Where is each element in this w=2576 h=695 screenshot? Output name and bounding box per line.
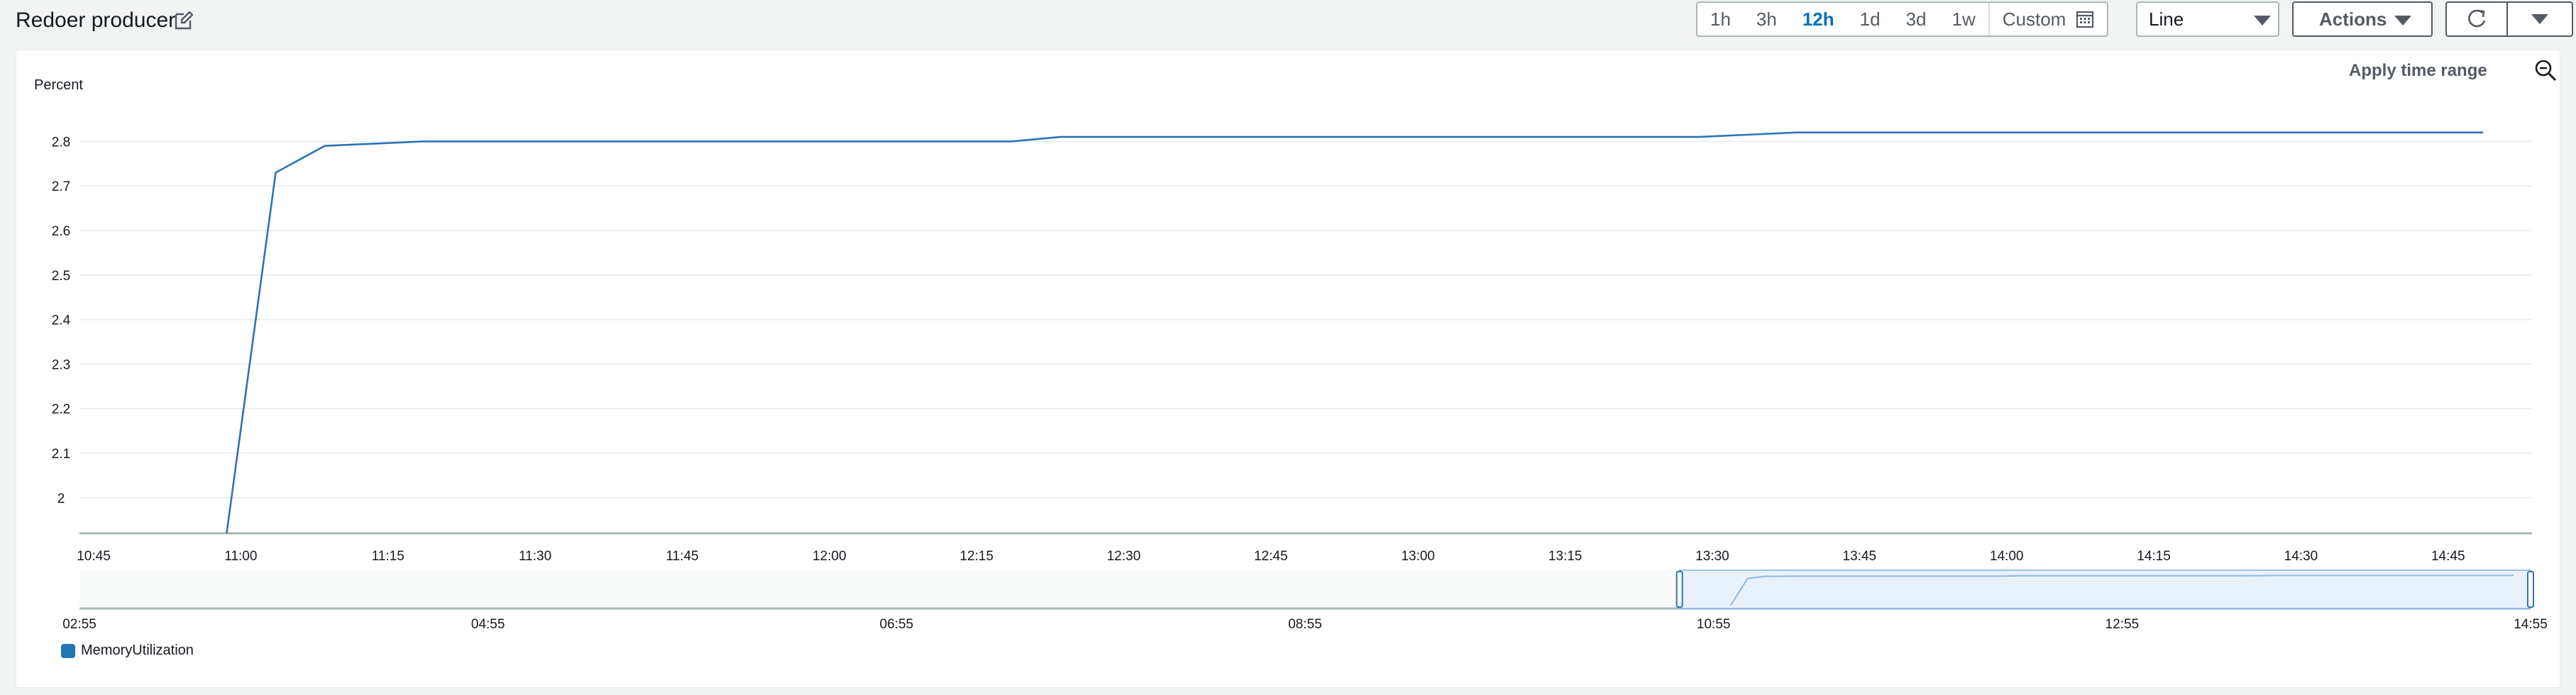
navigator-tick-label: 04:55 xyxy=(471,617,505,632)
y-tick-label: 2 xyxy=(57,491,65,506)
x-tick-label: 11:30 xyxy=(519,549,551,564)
navigator-tick-label: 12:55 xyxy=(2106,617,2140,632)
chart-legend: MemoryUtilization xyxy=(61,643,194,659)
time-navigator[interactable]: 02:55 04:55 06:55 08:55 10:55 12:55 14:55 xyxy=(62,569,2548,632)
x-tick-label: 10:45 xyxy=(77,549,111,564)
x-tick-label: 12:45 xyxy=(1254,549,1288,564)
series-layer xyxy=(226,131,2483,534)
x-tick-label: 14:00 xyxy=(1990,549,2024,564)
y-tick-label: 2.1 xyxy=(52,447,70,462)
navigator-handle-right[interactable] xyxy=(2527,571,2534,608)
x-tick-label: 13:30 xyxy=(1695,549,1729,564)
x-tick-label: 12:15 xyxy=(959,549,993,564)
x-tick-label: 12:30 xyxy=(1107,549,1141,564)
navigator-tick-label: 14:55 xyxy=(2514,617,2548,632)
navigator-tick-label: 08:55 xyxy=(1288,617,1322,632)
grid-lines xyxy=(79,140,2532,499)
x-tick-label: 11:45 xyxy=(666,549,698,564)
x-tick-label: 14:30 xyxy=(2284,549,2318,564)
y-tick-label: 2.8 xyxy=(52,135,70,150)
series-line-memoryutilization xyxy=(226,131,2483,534)
y-tick-label: 2.6 xyxy=(52,224,70,239)
x-tick-label: 14:15 xyxy=(2137,549,2171,564)
y-tick-label: 2.5 xyxy=(52,269,70,284)
y-tick-label: 2.2 xyxy=(52,402,70,417)
memory-utilization-chart: Percent 22.12.22.32.42.52.62.72.8 10:45 1… xyxy=(34,77,2548,632)
x-tick-label: 13:45 xyxy=(1843,549,1877,564)
x-tick-label: 13:00 xyxy=(1401,549,1435,564)
navigator-tick-label: 10:55 xyxy=(1697,617,1731,632)
y-tick-label: 2.4 xyxy=(52,313,71,328)
x-tick-label: 11:00 xyxy=(224,549,257,564)
x-tick-label: 12:00 xyxy=(813,549,847,564)
x-tick-label: 13:15 xyxy=(1548,549,1583,564)
navigator-handle-left[interactable] xyxy=(1675,571,1683,608)
x-tick-label: 14:45 xyxy=(2431,549,2465,564)
y-tick-label: 2.3 xyxy=(52,357,70,372)
x-axis-ticks: 10:45 11:00 11:15 11:30 11:45 12:00 12:15 12:30… xyxy=(77,549,2465,564)
y-tick-label: 2.7 xyxy=(52,179,70,194)
navigator-tick-label: 06:55 xyxy=(880,617,914,632)
y-axis-ticks: 2 2.1 2.2 2.3 2.4 2.5 2.6 2.7 2.8 xyxy=(52,135,71,506)
legend-label: MemoryUtilization xyxy=(81,643,194,658)
legend-swatch xyxy=(61,643,75,658)
y-axis-label: Percent xyxy=(34,77,83,93)
navigator-tick-label: 02:55 xyxy=(62,617,97,632)
x-tick-label: 11:15 xyxy=(372,549,404,564)
